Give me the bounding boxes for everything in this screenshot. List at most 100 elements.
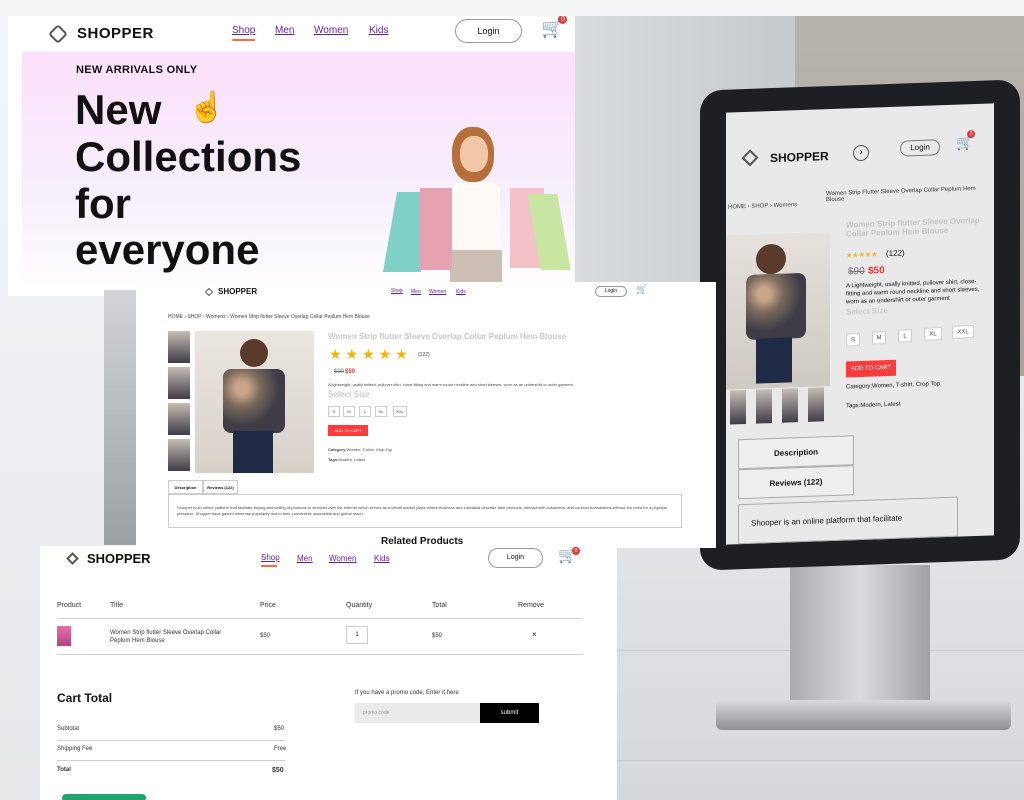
brand-name: SHOPPER [77, 25, 154, 42]
kiosk-old-price: $90 [848, 265, 865, 278]
blurred-background-strip [104, 290, 136, 545]
product-size-xxl[interactable]: XXL [393, 406, 407, 417]
kiosk-cart-badge: 1 [967, 129, 975, 139]
hero-title-line1: New [75, 86, 162, 133]
row-divider [57, 654, 583, 655]
product-size-xl[interactable]: XL [375, 406, 387, 417]
col-header-remove: Remove [518, 602, 545, 609]
kiosk-description: A Lightweight, usally knitted, pullover … [846, 278, 980, 306]
cart-logo-icon [66, 552, 79, 565]
cart-item-thumbnail [57, 626, 71, 646]
product-description-box: Shooper is an online platform that facil… [168, 494, 682, 528]
logo-icon [48, 23, 68, 44]
kiosk-chevron-icon[interactable]: › [853, 144, 869, 162]
product-rating-stars: ★★★★★ [329, 346, 412, 362]
checkout-button[interactable] [62, 794, 146, 800]
kiosk-description-box: Shooper is an online platform that facil… [738, 496, 958, 545]
col-header-quantity: Quantity [346, 602, 373, 609]
kiosk-thumb[interactable] [782, 388, 798, 423]
cart-nav-men[interactable]: Men [297, 554, 313, 563]
product-old-price: $90 [334, 369, 345, 375]
kiosk-screen: SHOPPER › Login 🛒 1 HOME › SHOP › Womens… [726, 103, 994, 545]
kiosk-select-size: Select Size [846, 306, 888, 317]
kiosk-thumb[interactable] [730, 389, 746, 425]
cart-icon[interactable]: 🛒 0 [541, 16, 568, 39]
total-value: $50 [272, 767, 284, 774]
kiosk-product-image [726, 232, 830, 390]
cart-nav-women[interactable]: Women [329, 554, 356, 563]
kiosk-thumb[interactable] [756, 389, 772, 424]
product-size-s[interactable]: S [328, 406, 340, 417]
cart-badge: 0 [558, 16, 568, 24]
product-new-price: $50 [345, 369, 356, 375]
hero-title-line2: Collections [75, 133, 302, 180]
product-tab-description[interactable]: Description [168, 480, 203, 494]
promo-code-input[interactable]: promo code [355, 703, 480, 723]
kiosk-brand: SHOPPER [770, 149, 829, 166]
kiosk-add-to-cart-button[interactable]: ADD TO CART [846, 359, 896, 378]
kiosk-login-button[interactable]: Login [900, 139, 940, 157]
product-thumbnail[interactable] [168, 439, 190, 471]
cart-total-heading: Cart Total [57, 691, 113, 705]
kiosk-pole [790, 565, 930, 715]
cart-login-button[interactable]: Login [488, 548, 543, 568]
product-brand[interactable]: SHOPPER [218, 287, 257, 296]
product-title: Women Strip flutter Sleeve Overlap Colla… [328, 332, 567, 341]
kiosk-new-price: $50 [868, 265, 885, 277]
kiosk-review-count: (122) [886, 248, 905, 259]
product-size-m[interactable]: M [343, 406, 355, 417]
product-tab-reviews[interactable]: Reviews (122) [203, 480, 238, 494]
product-cart-icon[interactable]: 🛒 [636, 284, 647, 295]
product-review-count: (122) [418, 352, 430, 358]
product-main-image [195, 331, 314, 473]
login-button[interactable]: Login [455, 19, 522, 43]
cart-nav-shop[interactable]: Shop [261, 553, 280, 562]
cart-item-title: Women Strip flutter Sleeve Overlap Colla… [110, 630, 222, 644]
product-tags: Tags:Modern, Latest [328, 457, 366, 462]
product-nav-men[interactable]: Men [411, 289, 421, 295]
product-add-to-cart-button[interactable]: ADD TO CART [328, 425, 368, 436]
product-nav-women[interactable]: Women [429, 289, 446, 295]
kiosk-category: Category:Women, T-shirt, Crop Top [846, 381, 941, 391]
logo[interactable]: SHOPPER [48, 23, 154, 44]
product-nav-shop[interactable]: Shop [391, 288, 403, 294]
cart-page-screenshot: SHOPPER Shop Men Women Kids Login 🛒 0 Pr… [40, 546, 617, 800]
cart-brand[interactable]: SHOPPER [87, 551, 151, 566]
nav-men[interactable]: Men [275, 25, 294, 36]
col-header-total: Total [432, 602, 447, 609]
nav-women[interactable]: Women [314, 25, 348, 36]
product-size-l[interactable]: L [359, 406, 371, 417]
hero-navbar: SHOPPER Shop Men Women Kids Login 🛒 0 [8, 16, 575, 52]
kiosk-size-m[interactable]: M [872, 331, 886, 345]
nav-kids[interactable]: Kids [369, 25, 388, 36]
floor-line [617, 760, 1024, 761]
kiosk-tab-description[interactable]: Description [738, 435, 854, 470]
kiosk-product-title: Women Strip flutter Sleeve Overlap Colla… [846, 215, 980, 239]
kiosk-size-s[interactable]: S [846, 333, 860, 347]
cart-item-quantity[interactable]: 1 [346, 626, 368, 644]
product-select-size: Select Size [328, 390, 370, 399]
product-logo-icon [204, 287, 214, 297]
kiosk-rating-stars: ★★★★★ [846, 251, 878, 260]
product-nav-kids[interactable]: Kids [456, 289, 466, 295]
kiosk-size-l[interactable]: L [898, 329, 912, 343]
product-thumbnail[interactable] [168, 331, 190, 363]
product-login-button[interactable]: Login [595, 286, 627, 297]
remove-item-icon[interactable]: × [532, 630, 537, 639]
shipping-label: Shipping Fee [57, 746, 93, 752]
cart-badge-small: 0 [572, 547, 580, 555]
cart-nav-kids[interactable]: Kids [374, 554, 390, 563]
product-thumbnail[interactable] [168, 367, 190, 399]
hand-pointer-icon: ☝ [188, 91, 226, 124]
kiosk-tab-reviews[interactable]: Reviews (122) [738, 465, 854, 500]
kiosk-size-xl[interactable]: XL [924, 327, 942, 341]
product-thumbnail[interactable] [168, 403, 190, 435]
subtotal-value: $50 [274, 726, 285, 732]
nav-shop[interactable]: Shop [232, 25, 255, 36]
kiosk-thumb[interactable] [808, 387, 824, 422]
kiosk-size-xxl[interactable]: XXL [952, 325, 974, 339]
product-category: Category:Women, T-shirt, Crop Top [328, 447, 393, 452]
kiosk-logo-icon [741, 149, 759, 167]
promo-submit-button[interactable]: submit [480, 703, 539, 723]
subtotal-divider [57, 740, 285, 741]
